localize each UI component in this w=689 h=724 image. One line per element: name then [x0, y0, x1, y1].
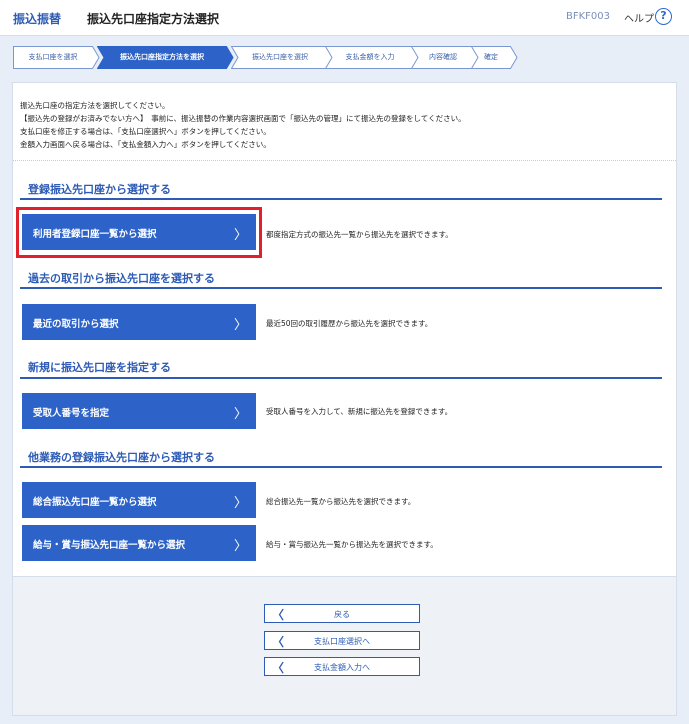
specify-recipient-number-button[interactable]: 受取人番号を指定 〉 [22, 393, 256, 429]
option-description: 最近50回の取引履歴から振込先を選択できます。 [266, 319, 433, 328]
section-heading-other-services: 他業務の登録振込先口座から選択する [28, 451, 215, 464]
button-label: 支払金額入力へ [314, 663, 370, 672]
step-label: 支払口座を選択 [28, 53, 78, 61]
step-label: 内容確認 [429, 53, 457, 61]
select-recent-transactions-button[interactable]: 最近の取引から選択 〉 [22, 304, 256, 340]
button-label: 支払口座選択へ [314, 637, 370, 646]
option-description: 都度指定方式の振込先一覧から振込先を選択できます。 [266, 230, 453, 239]
button-label: 利用者登録口座一覧から選択 [33, 229, 157, 240]
button-label: 受取人番号を指定 [33, 408, 110, 419]
screen-code: BFKF003 [566, 11, 611, 22]
step-4: 支払金額を入力 [325, 46, 422, 69]
section-heading-registered: 登録振込先口座から選択する [28, 183, 171, 196]
instruction-line: 【振込先の登録がお済みでない方へ】 事前に、振込振替の作業内容選択画面で「振込先… [20, 114, 466, 123]
select-salary-bonus-accounts-button[interactable]: 給与・賞与振込先口座一覧から選択 〉 [22, 525, 256, 561]
back-button[interactable]: 〈 戻る [264, 604, 420, 623]
step-label: 振込先口座を選択 [252, 53, 308, 61]
instruction-line: 振込先口座の指定方法を選択してください。 [20, 101, 170, 110]
instruction-line: 金額入力画面へ戻る場合は、「支払金額入力へ」ボタンを押してください。 [20, 140, 271, 149]
button-label: 給与・賞与振込先口座一覧から選択 [33, 540, 186, 551]
select-registered-accounts-button[interactable]: 利用者登録口座一覧から選択 〉 [22, 214, 256, 250]
chevron-right-icon: 〉 [234, 318, 248, 333]
step-1: 支払口座を選択 [13, 46, 100, 69]
chevron-right-icon: 〉 [234, 539, 248, 554]
button-label: 最近の取引から選択 [33, 319, 119, 330]
section-heading-new-account: 新規に振込先口座を指定する [28, 361, 171, 374]
help-link[interactable]: ヘルプ [624, 10, 654, 25]
button-label: 総合振込先口座一覧から選択 [33, 497, 157, 508]
step-label: 確定 [484, 53, 498, 61]
step-6: 確定 [471, 46, 518, 69]
step-5: 内容確認 [411, 46, 482, 69]
to-payment-account-selection-button[interactable]: 〈 支払口座選択へ [264, 631, 420, 650]
button-label: 戻る [334, 610, 350, 619]
option-description: 給与・賞与振込先一覧から振込先を選択できます。 [266, 540, 438, 549]
top-bar: 振込振替 振込先口座指定方法選択 BFKF003 ヘルプ ? [0, 0, 689, 36]
section-title: 振込振替 [13, 12, 62, 26]
step-label: 支払金額を入力 [345, 53, 395, 61]
instruction-text: 振込先口座の指定方法を選択してください。 【振込先の登録がお済みでない方へ】 事… [20, 99, 466, 151]
divider [13, 160, 676, 161]
page-title: 振込先口座指定方法選択 [87, 12, 220, 26]
instruction-line: 支払口座を修正する場合は、「支払口座選択へ」ボタンを押してください。 [20, 127, 271, 136]
step-3: 振込先口座を選択 [231, 46, 336, 69]
select-general-transfer-accounts-button[interactable]: 総合振込先口座一覧から選択 〉 [22, 482, 256, 518]
to-payment-amount-input-button[interactable]: 〈 支払金額入力へ [264, 657, 420, 676]
chevron-right-icon: 〉 [234, 407, 248, 422]
help-icon[interactable]: ? [655, 8, 672, 25]
option-description: 受取人番号を入力して、新規に振込先を登録できます。 [266, 407, 453, 416]
section-underline [20, 466, 662, 468]
section-underline [20, 198, 662, 200]
option-description: 総合振込先一覧から振込先を選択できます。 [266, 497, 416, 506]
section-underline [20, 287, 662, 289]
section-underline [20, 377, 662, 379]
step-label: 振込先口座指定方法を選択 [120, 53, 204, 61]
step-2: 振込先口座指定方法を選択 [97, 46, 234, 69]
section-heading-past-transactions: 過去の取引から振込先口座を選択する [28, 272, 215, 285]
chevron-right-icon: 〉 [234, 228, 248, 243]
chevron-right-icon: 〉 [234, 496, 248, 511]
